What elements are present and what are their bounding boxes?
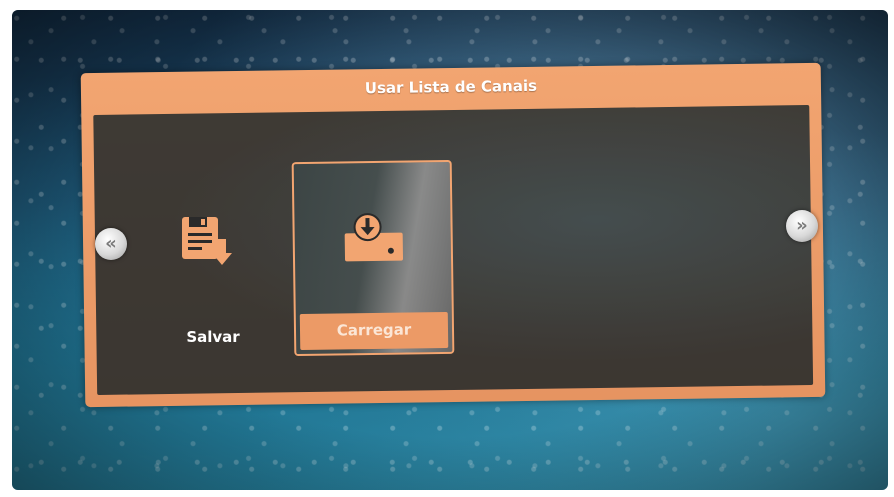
- download-load-icon: [344, 213, 404, 262]
- previous-arrow-icon[interactable]: «: [95, 228, 127, 260]
- save-button[interactable]: Salvar: [168, 205, 268, 355]
- load-label: Carregar: [336, 320, 412, 340]
- load-label-bar: Carregar: [299, 311, 449, 351]
- dialog-title: Usar Lista de Canais: [364, 76, 538, 98]
- next-arrow-icon[interactable]: »: [786, 210, 818, 242]
- save-label: Salvar: [186, 328, 240, 346]
- load-button[interactable]: Carregar: [291, 159, 455, 357]
- floppy-save-icon: [182, 217, 232, 265]
